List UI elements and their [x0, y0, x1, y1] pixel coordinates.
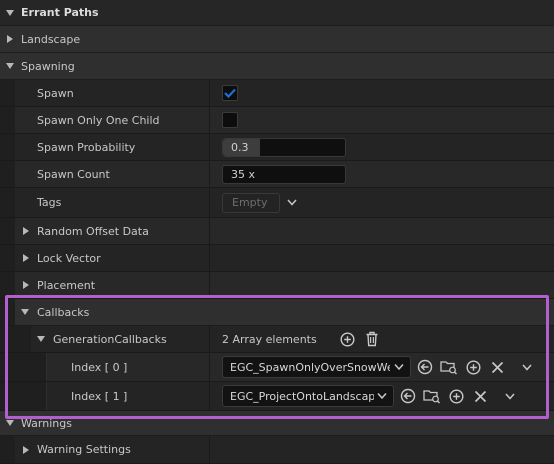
tags-combo[interactable]: Empty	[222, 192, 280, 213]
asset-picker[interactable]: EGC_SpawnOnlyOverSnowWeig	[222, 356, 411, 378]
property-label: Spawn Probability	[37, 140, 136, 154]
asset-name: EGC_SpawnOnlyOverSnowWeig	[230, 360, 390, 374]
category-callbacks[interactable]: Callbacks	[0, 299, 554, 326]
property-label: Placement	[37, 278, 96, 292]
chevron-down-icon	[21, 309, 29, 315]
chevron-right-icon	[23, 227, 29, 235]
use-selected-icon[interactable]	[416, 358, 434, 376]
chevron-down-icon	[377, 390, 387, 403]
chevron-down-icon[interactable]	[501, 387, 519, 405]
array-element-0: Index [ 0 ] EGC_SpawnOnlyOverSnowWeig	[0, 353, 554, 382]
spawn-only-one-child-checkbox[interactable]	[222, 112, 238, 128]
asset-name: EGC_ProjectOntoLandscape	[230, 389, 374, 403]
property-label: Warning Settings	[37, 443, 131, 456]
insert-icon[interactable]	[447, 387, 465, 405]
browse-folder-icon[interactable]	[423, 387, 441, 405]
details-panel: Errant Paths Landscape Spawning Spawn Sp…	[0, 0, 554, 464]
property-spawn-only-one-child: Spawn Only One Child	[0, 107, 554, 134]
spawn-probability-value: 0.3	[231, 140, 249, 154]
close-icon[interactable]	[471, 387, 489, 405]
trash-icon[interactable]	[363, 330, 381, 348]
property-generation-callbacks: GenerationCallbacks 2 Array elements	[0, 326, 554, 353]
tags-value: Empty	[232, 196, 268, 209]
property-lock-vector[interactable]: Lock Vector	[0, 245, 554, 272]
checkmark-icon	[224, 88, 236, 98]
chevron-right-icon	[23, 445, 29, 454]
property-label: Spawn Count	[37, 167, 110, 181]
add-element-icon[interactable]	[339, 330, 357, 348]
chevron-down-icon	[6, 63, 14, 69]
category-landscape[interactable]: Landscape	[0, 26, 554, 53]
chevron-right-icon	[23, 254, 29, 262]
category-warnings[interactable]: Warnings	[0, 411, 554, 436]
close-icon[interactable]	[488, 358, 506, 376]
asset-picker[interactable]: EGC_ProjectOntoLandscape	[222, 385, 394, 407]
property-label: Random Offset Data	[37, 224, 149, 238]
category-label: Warnings	[21, 416, 72, 430]
category-label: Errant Paths	[21, 6, 99, 19]
property-label: Tags	[37, 196, 62, 209]
chevron-right-icon	[7, 35, 13, 43]
chevron-down-icon	[6, 420, 14, 426]
category-label: Landscape	[21, 32, 81, 46]
chevron-right-icon	[23, 281, 29, 289]
property-spawn-probability: Spawn Probability 0.3	[0, 134, 554, 161]
spawn-probability-slider[interactable]: 0.3	[222, 137, 346, 157]
category-label: Callbacks	[37, 305, 90, 319]
property-placement[interactable]: Placement	[0, 272, 554, 299]
array-count: 2 Array elements	[222, 332, 317, 346]
chevron-down-icon	[6, 9, 14, 16]
property-label: Spawn	[37, 86, 74, 100]
property-label: Lock Vector	[37, 251, 101, 265]
chevron-down-icon	[394, 361, 404, 374]
property-random-offset-data[interactable]: Random Offset Data	[0, 218, 554, 245]
spawn-count-input[interactable]: 35 x	[222, 164, 346, 184]
insert-icon[interactable]	[464, 358, 482, 376]
spawn-count-value: 35 x	[231, 167, 256, 181]
property-spawn: Spawn	[0, 80, 554, 107]
category-errant-paths[interactable]: Errant Paths	[0, 0, 554, 26]
property-tags: Tags Empty	[0, 188, 554, 218]
use-selected-icon[interactable]	[399, 387, 417, 405]
spawn-checkbox[interactable]	[222, 85, 238, 101]
property-spawn-count: Spawn Count 35 x	[0, 161, 554, 188]
category-label: Spawning	[21, 59, 75, 73]
browse-folder-icon[interactable]	[440, 358, 458, 376]
chevron-down-icon[interactable]	[283, 194, 301, 212]
property-label: GenerationCallbacks	[53, 332, 167, 346]
array-element-1: Index [ 1 ] EGC_ProjectOntoLandscape	[0, 382, 554, 411]
index-label: Index [ 1 ]	[71, 389, 128, 403]
chevron-down-icon[interactable]	[518, 358, 536, 376]
chevron-down-icon[interactable]	[37, 336, 45, 342]
index-label: Index [ 0 ]	[71, 360, 128, 374]
property-label: Spawn Only One Child	[37, 113, 160, 127]
category-spawning[interactable]: Spawning	[0, 53, 554, 80]
property-warning-settings[interactable]: Warning Settings	[0, 436, 554, 464]
